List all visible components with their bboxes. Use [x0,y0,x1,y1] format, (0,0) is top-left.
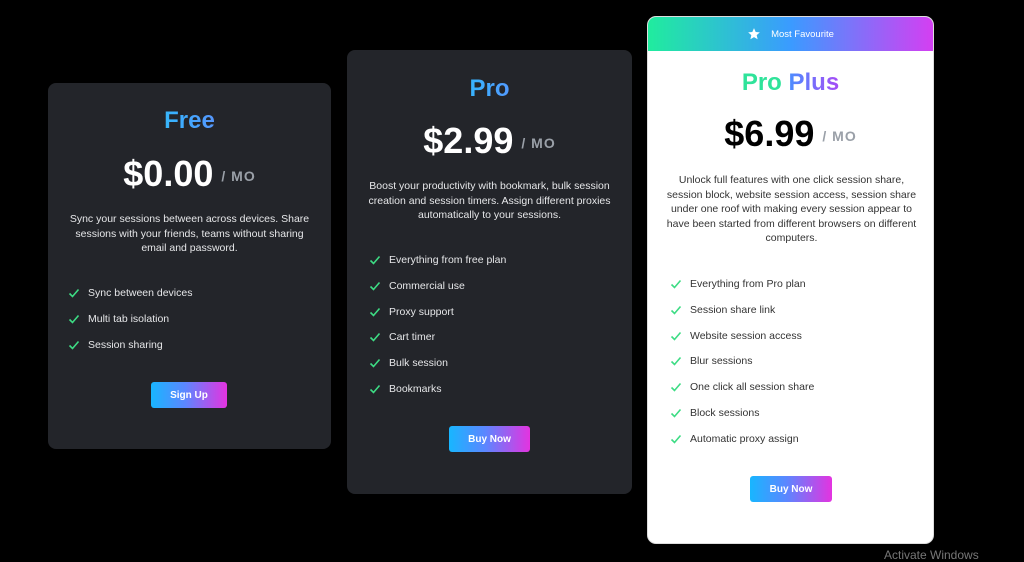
plan-card-pro: Pro $2.99 / MO Boost your productivity wi… [347,50,632,494]
check-icon [369,254,381,266]
plan-price: $0.00 / MO [48,153,331,195]
star-icon [748,28,760,40]
plan-description: Sync your sessions between across device… [69,213,310,254]
feature-item: Bulk session [369,356,506,370]
feature-item: Automatic proxy assign [670,432,814,446]
plan-card-pro-plus: Most Favourite Pro Plus $6.99 / MO Unlock… [648,17,933,543]
feature-item: One click all session share [670,380,814,394]
feature-item: Commercial use [369,279,506,293]
plan-title-part1: Pro [741,69,789,96]
sign-up-button[interactable]: Sign Up [151,382,227,408]
feature-item: Blur sessions [670,354,814,368]
price-amount: $2.99 [423,120,514,161]
plan-description: Unlock full features with one click sess… [666,174,917,244]
buy-now-button[interactable]: Buy Now [449,426,530,452]
plan-card-free: Free $0.00 / MO Sync your sessions betwee… [48,83,331,449]
feature-item: Session sharing [68,338,192,352]
check-icon [670,355,682,367]
feature-list: Sync between devices Multi tab isolation… [68,286,192,363]
feature-item: Sync between devices [68,286,192,300]
feature-item: Block sessions [670,406,814,420]
most-favourite-badge: Most Favourite [648,17,933,51]
check-icon [670,330,682,342]
feature-item: Cart timer [369,330,506,344]
plan-title: Free [48,107,331,135]
check-icon [670,278,682,290]
price-amount: $0.00 [123,153,214,194]
check-icon [68,313,80,325]
check-icon [369,306,381,318]
price-unit: / MO [521,135,556,152]
price-amount: $6.99 [724,113,815,154]
feature-item: Everything from free plan [369,253,506,267]
buy-now-button[interactable]: Buy Now [750,476,832,502]
price-unit: / MO [822,128,857,145]
plan-title: Pro Plus [648,69,933,97]
feature-list: Everything from free plan Commercial use… [369,253,506,408]
badge-label: Most Favourite [771,28,834,40]
feature-item: Session share link [670,303,814,317]
activate-windows-watermark: Activate Windows [884,548,979,562]
feature-item: Bookmarks [369,382,506,396]
feature-item: Proxy support [369,305,506,319]
check-icon [670,433,682,445]
plan-price: $2.99 / MO [347,120,632,162]
check-icon [670,381,682,393]
check-icon [369,331,381,343]
plan-title-part2: Plus [788,69,840,96]
plan-price: $6.99 / MO [648,113,933,155]
check-icon [670,304,682,316]
feature-item: Website session access [670,329,814,343]
feature-list: Everything from Pro plan Session share l… [670,277,814,458]
check-icon [369,383,381,395]
price-unit: / MO [221,168,256,185]
check-icon [68,287,80,299]
feature-item: Multi tab isolation [68,312,192,326]
plan-description: Boost your productivity with bookmark, b… [368,180,611,221]
check-icon [369,357,381,369]
check-icon [369,280,381,292]
check-icon [670,407,682,419]
check-icon [68,339,80,351]
feature-item: Everything from Pro plan [670,277,814,291]
plan-title: Pro [347,75,632,103]
